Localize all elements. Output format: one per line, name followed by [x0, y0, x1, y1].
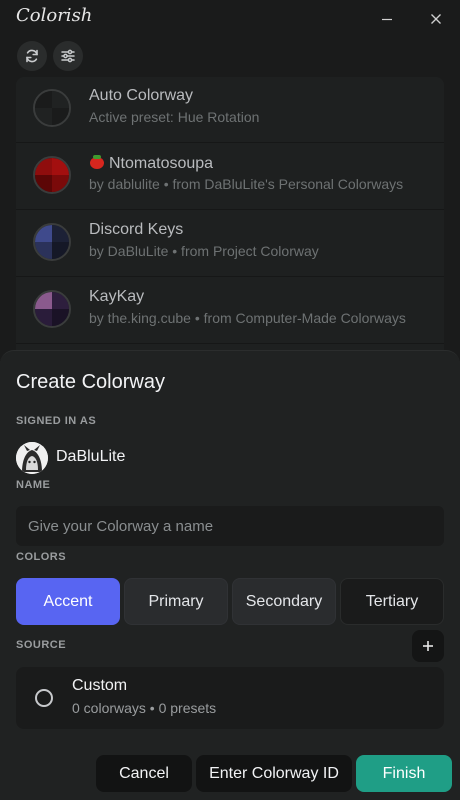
- tab-tertiary[interactable]: Tertiary: [340, 578, 444, 625]
- colorway-swatch: [33, 223, 71, 261]
- filter-sliders-icon: [61, 49, 75, 63]
- plus-icon: [423, 641, 433, 651]
- colorway-item-discord-keys[interactable]: Discord Keys by DaBluLite • from Project…: [16, 211, 444, 277]
- source-subtitle: 0 colorways • 0 presets: [72, 700, 217, 716]
- swatch-quadrant: [35, 108, 52, 125]
- enter-colorway-id-button[interactable]: Enter Colorway ID: [196, 755, 352, 792]
- colorway-item-auto[interactable]: Auto Colorway Active preset: Hue Rotatio…: [16, 77, 444, 143]
- colorway-subtitle: by DaBluLite • from Project Colorway: [89, 243, 319, 259]
- colorway-name: KayKay: [89, 288, 145, 305]
- swatch-quadrant: [35, 91, 52, 108]
- source-radio[interactable]: [35, 689, 53, 707]
- user-name: DaBluLite: [56, 448, 126, 465]
- colorway-name: Ntomatosoupa: [109, 155, 214, 172]
- tomato-icon: [89, 154, 105, 169]
- colorway-item-kaykay[interactable]: KayKay by the.king.cube • from Computer-…: [16, 278, 444, 344]
- cancel-button[interactable]: Cancel: [96, 755, 192, 792]
- avatar: [16, 442, 48, 474]
- avatar-image: [16, 442, 48, 474]
- colorway-name-input[interactable]: [16, 506, 444, 546]
- finish-button[interactable]: Finish: [356, 755, 452, 792]
- swatch-quadrant: [35, 175, 52, 192]
- colorway-subtitle: by dablulite • from DaBluLite's Personal…: [89, 176, 404, 192]
- app-title: Colorish: [16, 5, 93, 26]
- modal-title: Create Colorway: [16, 371, 165, 393]
- swatch-quadrant: [52, 225, 69, 242]
- colorway-swatch: [33, 156, 71, 194]
- colorway-name: Discord Keys: [89, 221, 184, 238]
- minimize-icon: [382, 18, 392, 21]
- colorway-swatch: [33, 89, 71, 127]
- swatch-quadrant: [35, 158, 52, 175]
- filter-button[interactable]: [53, 41, 83, 71]
- swatch-quadrant: [52, 158, 69, 175]
- close-icon: [431, 14, 441, 24]
- colorway-name: Auto Colorway: [89, 87, 194, 104]
- close-button[interactable]: [425, 8, 447, 30]
- swatch-quadrant: [35, 225, 52, 242]
- tab-secondary[interactable]: Secondary: [232, 578, 336, 625]
- refresh-icon: [26, 49, 38, 63]
- swatch-quadrant: [52, 91, 69, 108]
- signed-in-label: SIGNED IN AS: [16, 415, 97, 427]
- colors-label: COLORS: [16, 551, 67, 563]
- tab-accent[interactable]: Accent: [16, 578, 120, 625]
- tab-primary[interactable]: Primary: [124, 578, 228, 625]
- create-colorway-modal: Create Colorway SIGNED IN AS DaBluLite N…: [0, 350, 460, 800]
- colorway-list: Auto Colorway Active preset: Hue Rotatio…: [16, 77, 444, 367]
- source-name: Custom: [72, 677, 128, 694]
- source-item-custom[interactable]: Custom 0 colorways • 0 presets: [16, 667, 444, 729]
- swatch-quadrant: [52, 108, 69, 125]
- swatch-quadrant: [52, 292, 69, 309]
- swatch-quadrant: [52, 242, 69, 259]
- swatch-quadrant: [52, 309, 69, 326]
- source-label: SOURCE: [16, 639, 67, 651]
- colorway-name-row: Ntomatosoupa: [89, 154, 213, 173]
- colorway-item-ntomatosoupa[interactable]: Ntomatosoupa by dablulite • from DaBluLi…: [16, 144, 444, 210]
- swatch-quadrant: [52, 175, 69, 192]
- swatch-quadrant: [35, 309, 52, 326]
- refresh-button[interactable]: [17, 41, 47, 71]
- title-bar: Colorish: [0, 0, 460, 36]
- minimize-button[interactable]: [376, 8, 398, 30]
- swatch-quadrant: [35, 242, 52, 259]
- colorway-subtitle: by the.king.cube • from Computer-Made Co…: [89, 310, 406, 326]
- add-source-button[interactable]: [412, 630, 444, 662]
- swatch-quadrant: [35, 292, 52, 309]
- colorway-subtitle: Active preset: Hue Rotation: [89, 109, 260, 125]
- colorway-swatch: [33, 290, 71, 328]
- name-label: NAME: [16, 479, 51, 491]
